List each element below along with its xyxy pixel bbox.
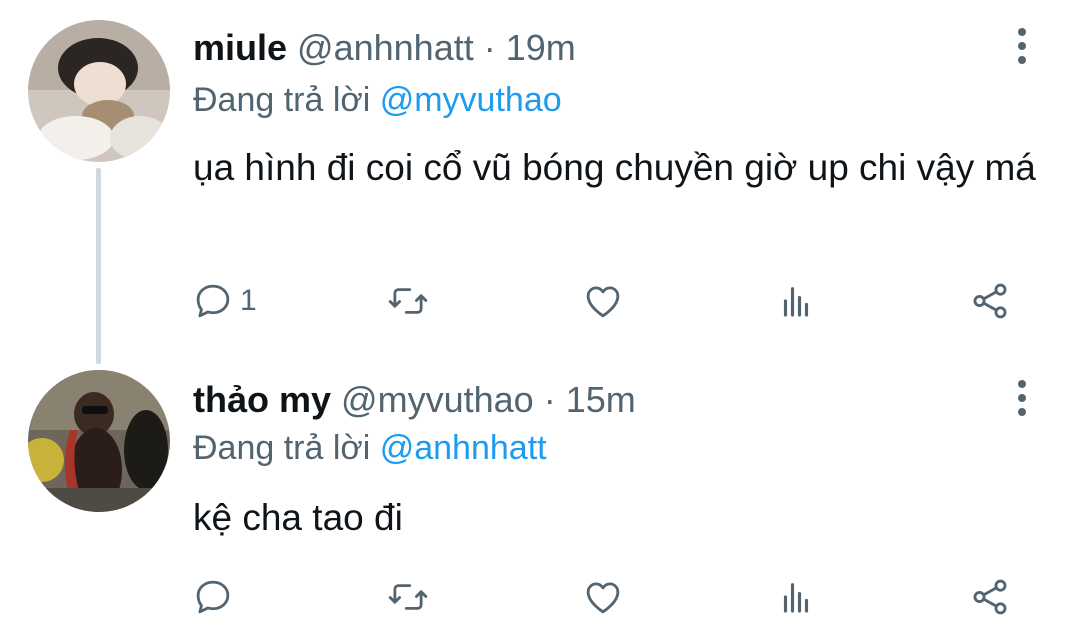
retweet-button[interactable] xyxy=(387,276,429,326)
replying-to-label: Đang trả lời xyxy=(193,81,371,119)
share-button[interactable] xyxy=(969,572,1011,622)
replying-to-label: Đang trả lời xyxy=(193,429,371,467)
user-avatar-photo xyxy=(28,20,170,162)
reply-count: 1 xyxy=(240,284,257,317)
views-button[interactable] xyxy=(775,572,817,622)
replying-to: Đang trả lời @myvuthao xyxy=(193,80,562,120)
retweet-button[interactable] xyxy=(387,572,429,622)
timestamp[interactable]: 19m xyxy=(506,27,576,68)
mention-link[interactable]: @myvuthao xyxy=(380,81,562,119)
reply-button[interactable]: 1 xyxy=(192,276,257,326)
action-bar xyxy=(0,572,1080,622)
reply-icon xyxy=(192,280,234,322)
user-handle[interactable]: @anhnhatt xyxy=(297,27,474,68)
views-button[interactable] xyxy=(775,276,817,326)
thread-line xyxy=(96,168,101,364)
share-icon xyxy=(969,280,1011,322)
avatar[interactable] xyxy=(28,20,170,162)
like-icon xyxy=(582,576,624,618)
views-icon xyxy=(775,280,817,322)
tweet-1[interactable]: miule @anhnhatt · 19m Đang trả lời @myvu… xyxy=(0,0,1080,364)
share-icon xyxy=(969,576,1011,618)
tweet-header: miule @anhnhatt · 19m xyxy=(193,28,576,68)
mention-link[interactable]: @anhnhatt xyxy=(380,429,547,467)
timestamp[interactable]: 15m xyxy=(566,379,636,420)
avatar[interactable] xyxy=(28,370,170,512)
tweet-header: thảo my @myvuthao · 15m xyxy=(193,380,636,420)
tweet-text: ụa hình đi coi cổ vũ bóng chuyền giờ up … xyxy=(193,147,1036,188)
retweet-icon xyxy=(387,576,429,618)
reply-icon xyxy=(192,576,234,618)
separator-dot: · xyxy=(483,27,496,68)
user-avatar-photo xyxy=(28,370,170,512)
more-options-icon[interactable] xyxy=(1004,376,1040,420)
separator-dot: · xyxy=(543,379,556,420)
replying-to: Đang trả lời @anhnhatt xyxy=(193,428,547,468)
display-name[interactable]: thảo my xyxy=(193,379,331,420)
share-button[interactable] xyxy=(969,276,1011,326)
retweet-icon xyxy=(387,280,429,322)
tweet-2[interactable]: thảo my @myvuthao · 15m Đang trả lời @an… xyxy=(0,360,1080,637)
more-options-icon[interactable] xyxy=(1004,24,1040,68)
display-name[interactable]: miule xyxy=(193,27,287,68)
like-button[interactable] xyxy=(582,276,624,326)
tweet-text: kệ cha tao đi xyxy=(193,497,403,538)
views-icon xyxy=(775,576,817,618)
reply-button[interactable] xyxy=(192,572,240,622)
action-bar: 1 xyxy=(0,276,1080,326)
user-handle[interactable]: @myvuthao xyxy=(341,379,534,420)
like-button[interactable] xyxy=(582,572,624,622)
like-icon xyxy=(582,280,624,322)
